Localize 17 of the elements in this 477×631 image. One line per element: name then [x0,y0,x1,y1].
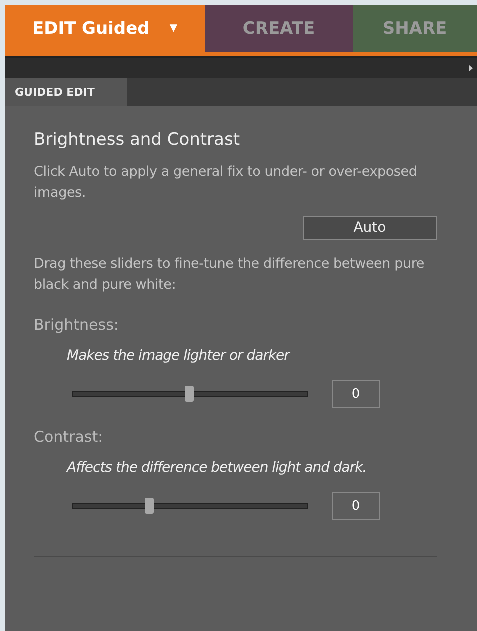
slider-description: Drag these sliders to fine-tune the difference between pure black and pure white: [34,255,426,295]
panel-title: Brightness and Contrast [34,130,241,150]
slider-label: Brightness: [34,316,120,334]
slider-thumb[interactable] [185,386,194,402]
auto-button[interactable]: Auto [303,216,437,240]
mode-tab[interactable]: CREATE [205,5,353,52]
value-field[interactable]: 0 [332,492,380,520]
expand-icon[interactable] [469,64,474,72]
slider-hint: Makes the image lighter or darker [67,348,292,364]
auto-description: Click Auto to apply a general fix to under- or over-exposed images. [34,163,418,203]
slider-hint: Affects the difference between light and dark. [67,460,368,476]
slider-label: Contrast: [34,428,104,446]
panel-tab[interactable]: GUIDED EDIT [5,78,127,106]
slider[interactable] [72,386,308,402]
slider-thumb[interactable] [144,498,154,514]
slider[interactable] [72,498,308,514]
value-field[interactable]: 0 [332,380,380,408]
